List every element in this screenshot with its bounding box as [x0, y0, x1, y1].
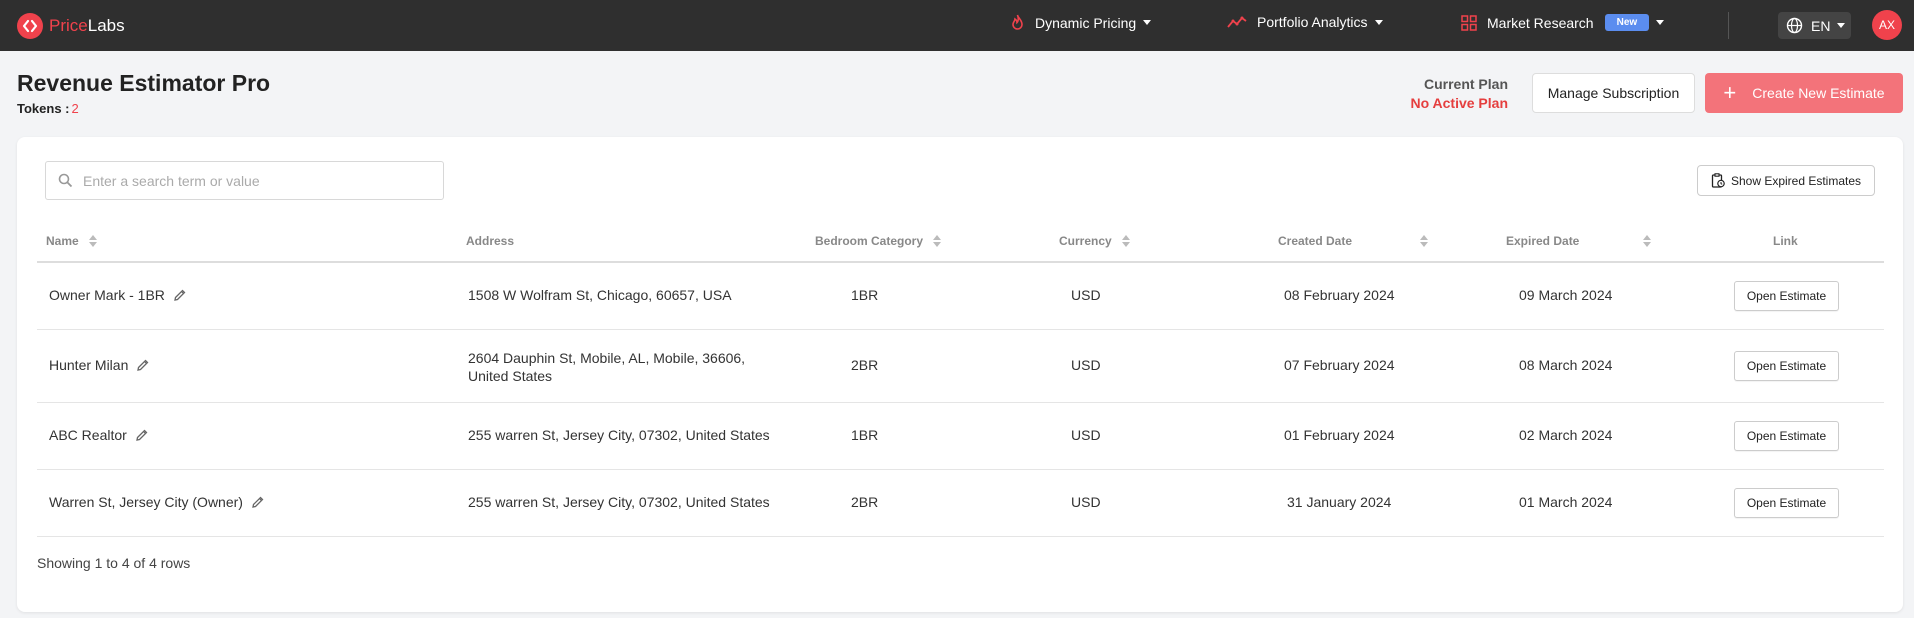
nav-divider — [1728, 12, 1729, 39]
estimate-name: Hunter Milan — [49, 357, 150, 373]
edit-pencil-icon[interactable] — [173, 288, 187, 302]
estimates-table: Name Address Bedroom Category Currency C… — [37, 220, 1884, 537]
estimate-expired-date: 01 March 2024 — [1519, 494, 1613, 510]
estimate-name: ABC Realtor — [49, 427, 149, 443]
estimate-bedroom: 2BR — [851, 494, 879, 510]
pagination-info: Showing 1 to 4 of 4 rows — [37, 555, 191, 571]
chevron-down-icon — [1143, 20, 1152, 25]
nav-market-research[interactable]: Market Research New — [1461, 14, 1665, 31]
nav-dynamic-pricing[interactable]: Dynamic Pricing — [1010, 14, 1152, 31]
plus-icon: + — [1723, 80, 1737, 105]
estimate-address: 2604 Dauphin St, Mobile, AL, Mobile, 366… — [468, 350, 746, 384]
show-expired-estimates-label: Show Expired Estimates — [1730, 173, 1862, 188]
search-box[interactable] — [45, 161, 444, 200]
table-header: Name Address Bedroom Category Currency C… — [37, 220, 1884, 263]
search-icon — [58, 173, 73, 188]
table-row: Hunter Milan 2604 Dauphin St, Mobile, AL… — [37, 330, 1884, 403]
nav-market-research-label: Market Research — [1487, 14, 1594, 31]
open-estimate-button[interactable]: Open Estimate — [1734, 488, 1839, 518]
chevron-down-icon — [1656, 20, 1665, 25]
show-expired-estimates-button[interactable]: Show Expired Estimates — [1697, 165, 1875, 196]
edit-pencil-icon[interactable] — [251, 495, 265, 509]
estimate-currency: USD — [1071, 427, 1101, 443]
current-plan: Current Plan No Active Plan — [1410, 76, 1508, 111]
chevron-down-icon — [1837, 23, 1846, 28]
estimate-created-date: 01 February 2024 — [1284, 427, 1395, 443]
open-estimate-button[interactable]: Open Estimate — [1734, 421, 1839, 451]
edit-pencil-icon[interactable] — [135, 428, 149, 442]
globe-icon — [1786, 17, 1803, 34]
col-header-link: Link — [1773, 234, 1798, 248]
page-title: Revenue Estimator Pro — [17, 70, 271, 96]
sort-icon — [1121, 235, 1130, 247]
sort-icon — [933, 235, 942, 247]
estimate-bedroom: 1BR — [851, 427, 879, 443]
col-header-expired[interactable]: Expired Date — [1506, 234, 1652, 248]
estimate-bedroom: 1BR — [851, 287, 879, 303]
language-selector[interactable]: EN — [1778, 12, 1851, 39]
language-label: EN — [1811, 17, 1831, 34]
col-header-address: Address — [466, 234, 515, 248]
table-row: Warren St, Jersey City (Owner) 255 warre… — [37, 470, 1884, 537]
logo-text: PriceLabs — [49, 16, 125, 35]
current-plan-label: Current Plan — [1423, 76, 1508, 92]
create-new-estimate-button[interactable]: + Create New Estimate — [1705, 73, 1903, 113]
estimate-name: Owner Mark - 1BR — [49, 287, 187, 303]
estimate-bedroom: 2BR — [851, 357, 879, 373]
estimate-expired-date: 09 March 2024 — [1519, 287, 1613, 303]
chevron-down-icon — [1374, 19, 1383, 25]
estimate-expired-date: 08 March 2024 — [1519, 357, 1613, 373]
estimate-name: Warren St, Jersey City (Owner) — [49, 494, 265, 510]
estimate-created-date: 31 January 2024 — [1287, 494, 1392, 510]
col-header-created[interactable]: Created Date — [1278, 234, 1429, 248]
new-badge: New — [1604, 14, 1650, 31]
search-input[interactable] — [83, 172, 403, 189]
open-estimate-button[interactable]: Open Estimate — [1734, 351, 1839, 381]
estimate-expired-date: 02 March 2024 — [1519, 427, 1613, 443]
estimate-currency: USD — [1071, 494, 1101, 510]
tokens-value: 2 — [71, 101, 79, 116]
table-row: ABC Realtor 255 warren St, Jersey City, … — [37, 403, 1884, 470]
sort-icon — [88, 235, 97, 247]
create-new-estimate-label: Create New Estimate — [1752, 85, 1885, 101]
estimate-address: 1508 W Wolfram St, Chicago, 60657, USA — [468, 287, 732, 303]
table-row: Owner Mark - 1BR 1508 W Wolfram St, Chic… — [37, 263, 1884, 330]
current-plan-value: No Active Plan — [1410, 95, 1508, 111]
col-header-name[interactable]: Name — [46, 234, 97, 248]
estimate-currency: USD — [1071, 357, 1101, 373]
sort-icon — [1420, 235, 1429, 247]
open-estimate-button[interactable]: Open Estimate — [1734, 281, 1839, 311]
nav-dynamic-pricing-label: Dynamic Pricing — [1035, 14, 1137, 31]
pricelabs-logo[interactable]: PriceLabs — [17, 13, 125, 39]
sort-icon — [1643, 235, 1652, 247]
edit-pencil-icon[interactable] — [136, 358, 150, 372]
col-header-bedroom[interactable]: Bedroom Category — [815, 234, 942, 248]
estimate-created-date: 08 February 2024 — [1284, 287, 1395, 303]
clipboard-clock-icon — [1711, 173, 1725, 188]
tokens-count: Tokens :2 — [17, 101, 79, 116]
nav-portfolio-analytics[interactable]: Portfolio Analytics — [1227, 14, 1383, 30]
dashboard-grid-icon — [1461, 14, 1477, 31]
manage-subscription-button[interactable]: Manage Subscription — [1532, 73, 1695, 113]
nav-portfolio-analytics-label: Portfolio Analytics — [1257, 14, 1368, 30]
top-nav-bar: PriceLabs Dynamic Pricing Portfolio Anal… — [0, 0, 1914, 51]
estimate-created-date: 07 February 2024 — [1284, 357, 1395, 373]
flame-icon — [1012, 14, 1023, 30]
estimate-address: 255 warren St, Jersey City, 07302, Unite… — [468, 427, 770, 443]
trend-chart-icon — [1227, 16, 1247, 28]
pricelabs-logo-icon — [17, 13, 43, 39]
estimate-address: 255 warren St, Jersey City, 07302, Unite… — [468, 494, 770, 510]
estimate-currency: USD — [1071, 287, 1101, 303]
user-avatar[interactable]: AX — [1872, 10, 1902, 40]
col-header-currency[interactable]: Currency — [1059, 234, 1130, 248]
tokens-label: Tokens : — [17, 101, 70, 116]
estimates-card: Show Expired Estimates Name Address Bedr… — [17, 137, 1903, 612]
